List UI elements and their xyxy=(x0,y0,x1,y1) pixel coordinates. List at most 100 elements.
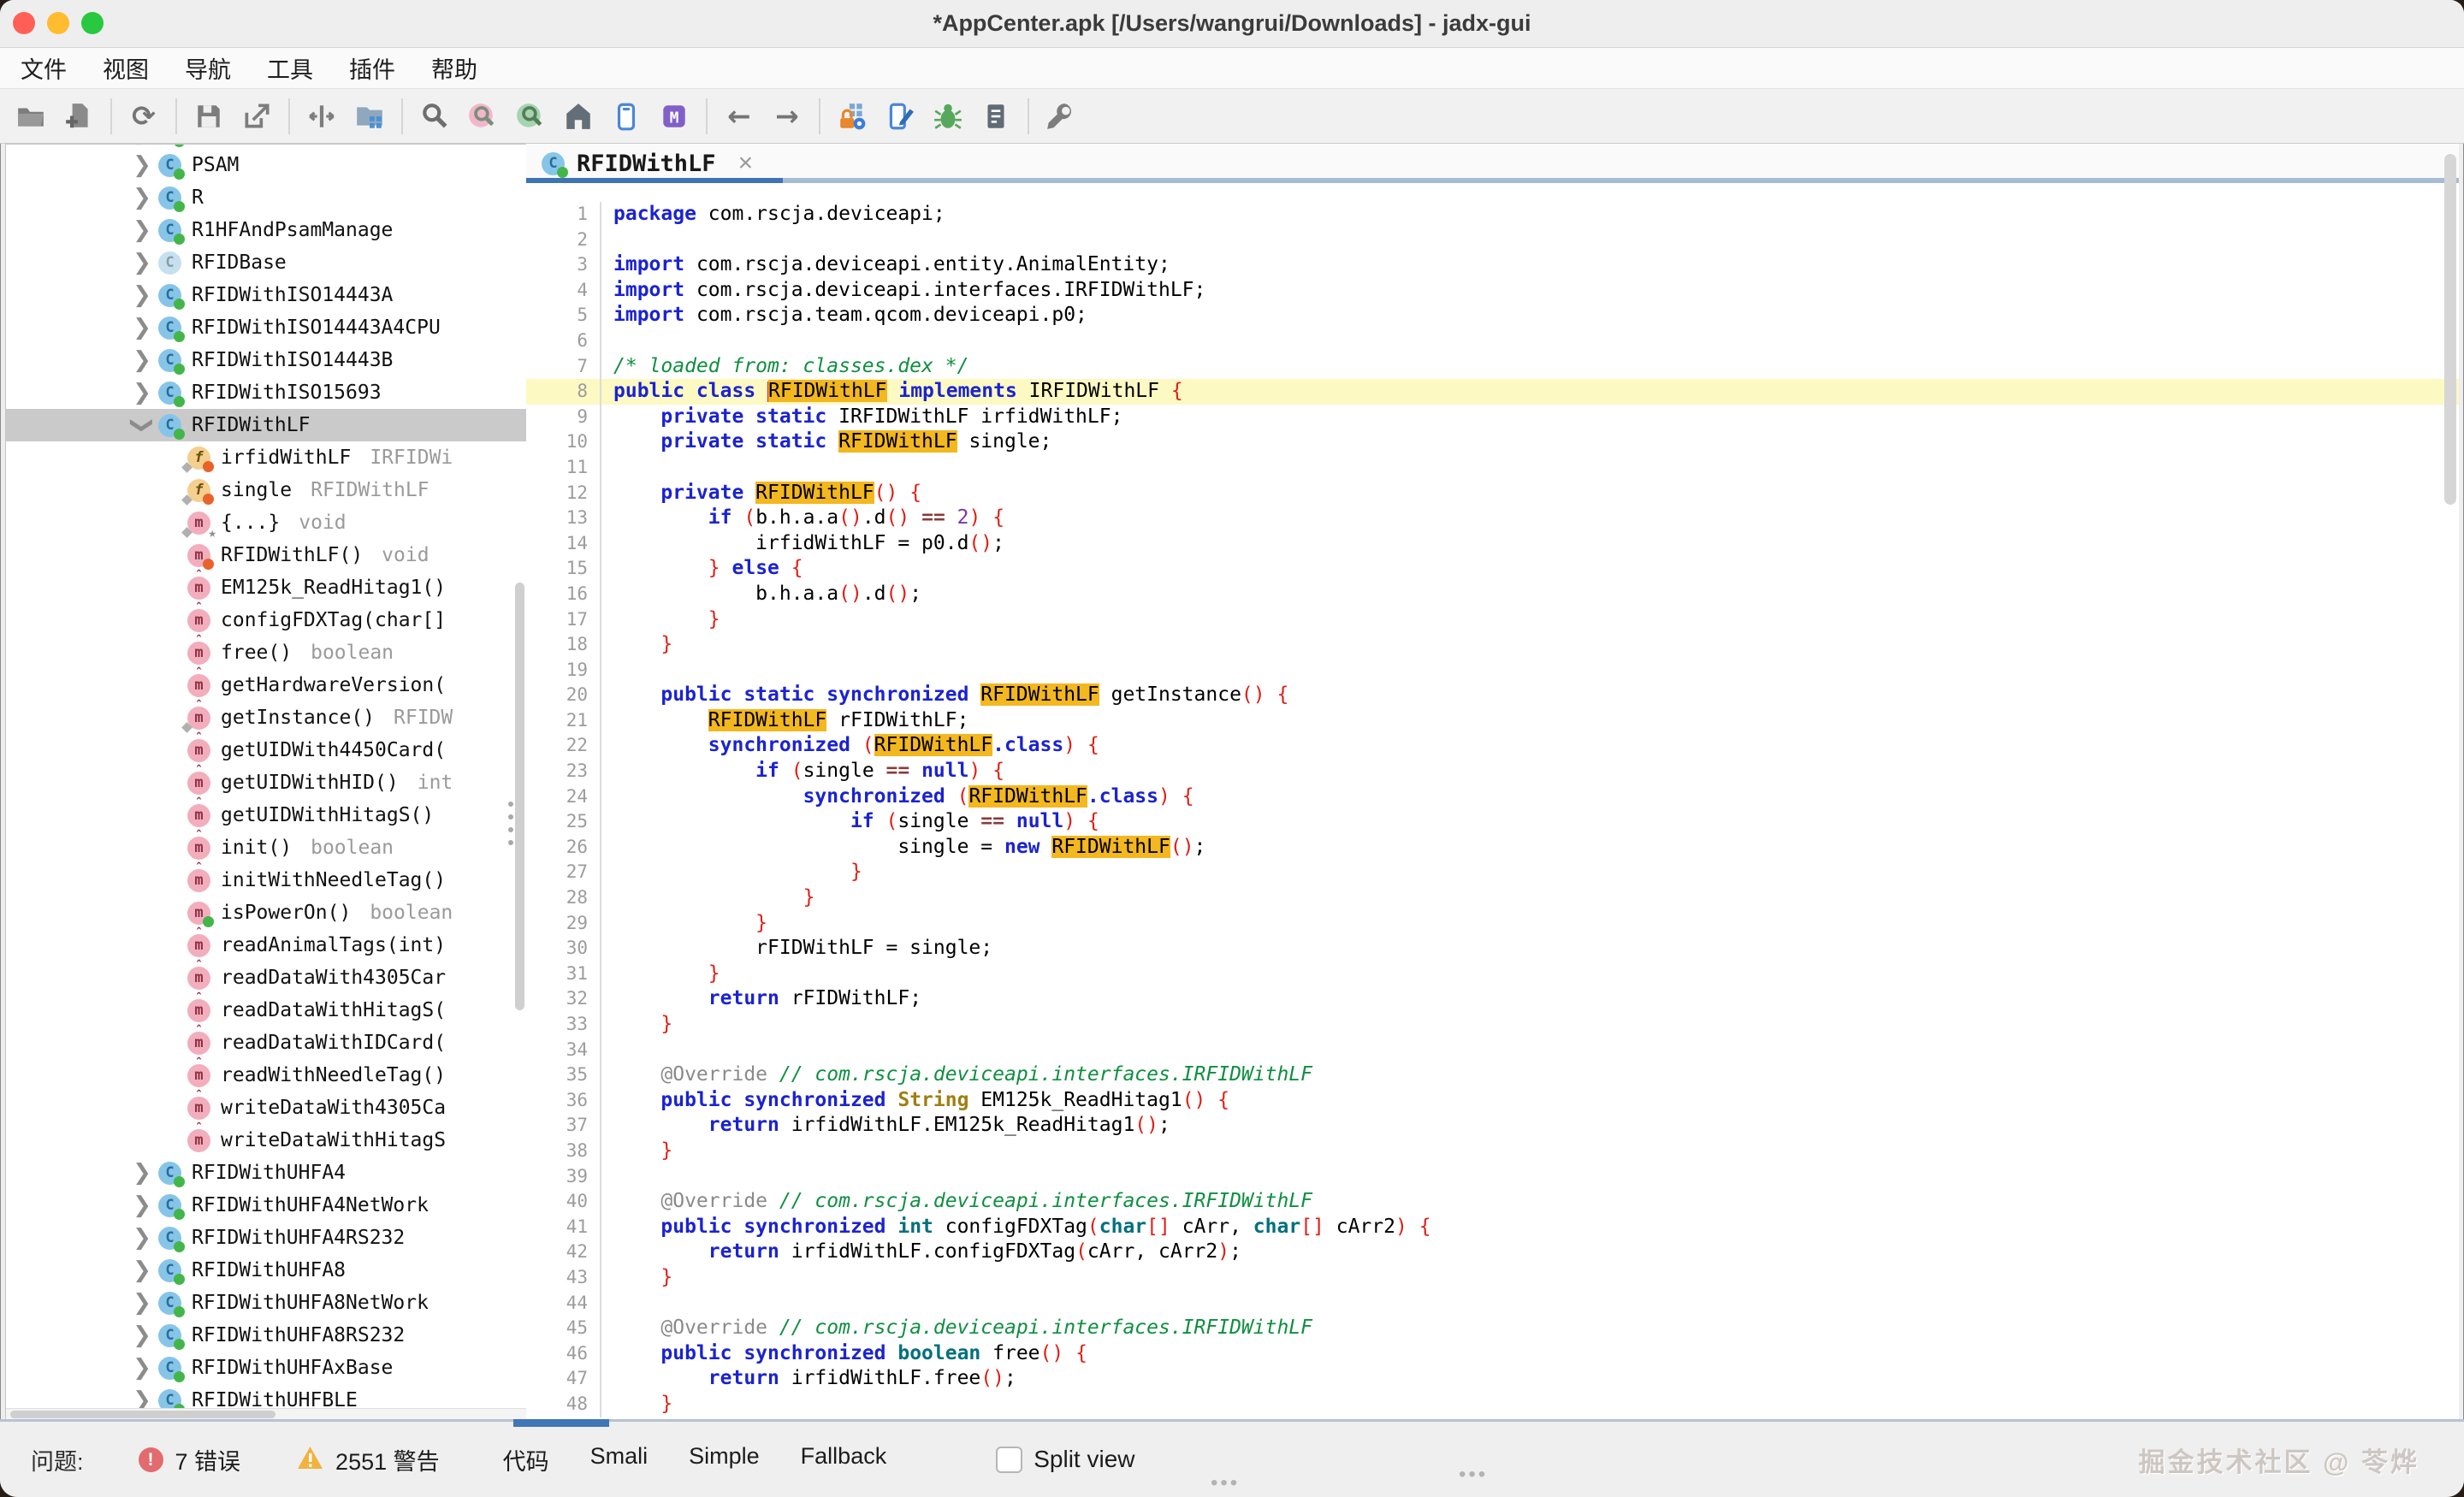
code-line-26[interactable]: 26 single = new RFIDWithLF(); xyxy=(526,835,2459,861)
code-line-7[interactable]: 7/* loaded from: classes.dex */ xyxy=(526,354,2459,380)
debugger-button[interactable] xyxy=(931,99,965,133)
code-line-21[interactable]: 21 RFIDWithLF rFIDWithLF; xyxy=(526,708,2459,734)
chevron-down-icon[interactable]: ❯ xyxy=(129,416,155,435)
code-line-40[interactable]: 40 @Override // com.rscja.deviceapi.inte… xyxy=(526,1189,2459,1215)
menu-item[interactable]: 帮助 xyxy=(413,51,495,85)
editor-vertical-scrollbar[interactable] xyxy=(2444,151,2456,1415)
search-text-button[interactable] xyxy=(418,99,452,133)
tree-item-readdatawith4305car[interactable]: mˆreadDataWith4305Car xyxy=(6,962,526,994)
tree-item-psam[interactable]: ❯CPSAM xyxy=(6,149,526,181)
nav-back-button[interactable]: ← xyxy=(722,99,756,133)
code-line-25[interactable]: 25 if (single == null) { xyxy=(526,809,2459,835)
tree-item-getuidwith4450card[interactable]: mˆgetUIDWith4450Card( xyxy=(6,734,526,766)
tree-item-getuidwithhid[interactable]: mˆgetUIDWithHID()int xyxy=(6,766,526,799)
save-all-button[interactable] xyxy=(192,99,226,133)
chevron-right-icon[interactable]: ❯ xyxy=(133,1322,151,1348)
code-line-22[interactable]: 22 synchronized (RFIDWithLF.class) { xyxy=(526,733,2459,759)
code-line-19[interactable]: 19 xyxy=(526,658,2459,683)
tree-item-free[interactable]: mˆfree()boolean xyxy=(6,636,526,669)
code-line-31[interactable]: 31 } xyxy=(526,962,2459,987)
tree-item-initwithneedletag[interactable]: mˆinitWithNeedleTag() xyxy=(6,864,526,896)
search-comment-button[interactable] xyxy=(465,99,500,133)
chevron-right-icon[interactable]: ❯ xyxy=(133,152,151,178)
chevron-right-icon[interactable]: ❯ xyxy=(133,1290,151,1316)
bottom-tab-simple[interactable]: Simple xyxy=(668,1443,780,1476)
code-line-39[interactable]: 39 xyxy=(526,1164,2459,1190)
code-line-3[interactable]: 3import com.rscja.deviceapi.entity.Anima… xyxy=(526,252,2459,278)
code-line-23[interactable]: 23 if (single == null) { xyxy=(526,759,2459,784)
tree-item-rfidwithlf[interactable]: ❯CRFIDWithLF xyxy=(6,409,526,441)
tree-item-rfidwithuhfa8[interactable]: ❯CRFIDWithUHFA8 xyxy=(6,1254,526,1287)
code-line-35[interactable]: 35 @Override // com.rscja.deviceapi.inte… xyxy=(526,1062,2459,1088)
tree-item-readwithneedletag[interactable]: mˆreadWithNeedleTag() xyxy=(6,1059,526,1092)
sync-button[interactable] xyxy=(305,99,339,133)
tree-item-single[interactable]: fsingleRFIDWithLF xyxy=(6,474,526,506)
code-line-8[interactable]: 8public class RFIDWithLF implements IRFI… xyxy=(526,379,2459,405)
code-line-12[interactable]: 12 private RFIDWithLF() { xyxy=(526,481,2459,506)
tree-item-rfidwithiso14443a[interactable]: ❯CRFIDWithISO14443A xyxy=(6,279,526,311)
code-line-18[interactable]: 18 } xyxy=(526,632,2459,658)
split-view-checkbox[interactable] xyxy=(996,1447,1022,1473)
bottom-tab-fallback[interactable]: Fallback xyxy=(780,1443,908,1476)
log-viewer-button[interactable] xyxy=(979,99,1013,133)
chevron-right-icon[interactable]: ❯ xyxy=(133,217,151,243)
tree-item-rfidwithiso14443b[interactable]: ❯CRFIDWithISO14443B xyxy=(6,344,526,376)
code-line-1[interactable]: 1package com.rscja.deviceapi; xyxy=(526,202,2459,228)
chevron-right-icon[interactable]: ❯ xyxy=(133,1257,151,1283)
code-line-46[interactable]: 46 public synchronized boolean free() { xyxy=(526,1341,2459,1367)
tree-item-rfidwithiso15693[interactable]: ❯CRFIDWithISO15693 xyxy=(6,376,526,409)
tree-item-rfidwithuhfaxbase[interactable]: ❯CRFIDWithUHFAxBase xyxy=(6,1352,526,1384)
tree-item-rfidwithuhfa4network[interactable]: ❯CRFIDWithUHFA4NetWork xyxy=(6,1189,526,1222)
code-line-44[interactable]: 44 xyxy=(526,1291,2459,1317)
tree-item-rfidwithiso14443a4cpu[interactable]: ❯CRFIDWithISO14443A4CPU xyxy=(6,311,526,344)
chevron-right-icon[interactable]: ❯ xyxy=(133,144,151,145)
tree-item-r[interactable]: ❯CR xyxy=(6,181,526,214)
code-line-32[interactable]: 32 return rFIDWithLF; xyxy=(526,986,2459,1012)
code-line-4[interactable]: 4import com.rscja.deviceapi.interfaces.I… xyxy=(526,278,2459,304)
tree-item-getuidwithhitags[interactable]: mˆgetUIDWithHitagS() xyxy=(6,799,526,831)
code-line-37[interactable]: 37 return irfidWithLF.EM125k_ReadHitag1(… xyxy=(526,1113,2459,1139)
chevron-right-icon[interactable]: ❯ xyxy=(133,185,151,210)
open-main-button[interactable] xyxy=(561,99,595,133)
tree-item-rfidbase[interactable]: ❯CRFIDBase xyxy=(6,246,526,279)
code-line-10[interactable]: 10 private static RFIDWithLF single; xyxy=(526,429,2459,455)
nav-forward-button[interactable]: → xyxy=(770,99,804,133)
menu-item[interactable]: 工具 xyxy=(249,51,331,85)
code-line-48[interactable]: 48 } xyxy=(526,1392,2459,1417)
menu-item[interactable]: 视图 xyxy=(85,51,167,85)
code-view[interactable]: 1package com.rscja.deviceapi;23import co… xyxy=(526,183,2459,1422)
code-line-41[interactable]: 41 public synchronized int configFDXTag(… xyxy=(526,1215,2459,1240)
tree-item-item[interactable]: m★{...}void xyxy=(6,506,526,539)
tree-item-rfidwithuhfa8rs232[interactable]: ❯CRFIDWithUHFA8RS232 xyxy=(6,1319,526,1352)
tree-item-rfidwithuhfa4[interactable]: ❯CRFIDWithUHFA4 xyxy=(6,1157,526,1189)
search-class-button[interactable] xyxy=(513,99,548,133)
code-line-2[interactable]: 2 xyxy=(526,228,2459,253)
code-line-47[interactable]: 47 return irfidWithLF.free(); xyxy=(526,1366,2459,1392)
tree-item-rfidwithuhfa4rs232[interactable]: ❯CRFIDWithUHFA4RS232 xyxy=(6,1222,526,1254)
bottom-tab-代码[interactable]: 代码 xyxy=(483,1443,570,1476)
code-line-16[interactable]: 16 b.h.a.a().d(); xyxy=(526,582,2459,607)
tree-item-ispoweron[interactable]: misPowerOn()boolean xyxy=(6,896,526,929)
tree-item-readdatawithhitags[interactable]: mˆreadDataWithHitagS( xyxy=(6,994,526,1027)
chevron-right-icon[interactable]: ❯ xyxy=(133,282,151,308)
open-file-button[interactable] xyxy=(14,99,48,133)
tree-item-gethardwareversion[interactable]: mˆgetHardwareVersion( xyxy=(6,669,526,701)
code-line-5[interactable]: 5import com.rscja.team.qcom.deviceapi.p0… xyxy=(526,303,2459,328)
code-line-6[interactable]: 6 xyxy=(526,328,2459,354)
tree-item-irfidwithlf[interactable]: firfidWithLFIRFIDWi xyxy=(6,441,526,474)
menu-item[interactable]: 导航 xyxy=(167,51,249,85)
tree-item-rfidwithuhfa8network[interactable]: ❯CRFIDWithUHFA8NetWork xyxy=(6,1287,526,1319)
tree-item-readanimaltagsint[interactable]: mˆreadAnimalTags(int) xyxy=(6,929,526,962)
code-line-20[interactable]: 20 public static synchronized RFIDWithLF… xyxy=(526,683,2459,708)
code-line-27[interactable]: 27 } xyxy=(526,860,2459,885)
tree-item-writedatawithhitags[interactable]: mˆwriteDataWithHitagS xyxy=(6,1124,526,1157)
code-line-45[interactable]: 45 @Override // com.rscja.deviceapi.inte… xyxy=(526,1316,2459,1341)
deobfuscation-button[interactable] xyxy=(835,99,869,133)
code-line-14[interactable]: 14 irfidWithLF = p0.d(); xyxy=(526,531,2459,557)
code-line-38[interactable]: 38 } xyxy=(526,1139,2459,1164)
code-line-29[interactable]: 29 } xyxy=(526,911,2459,937)
tab-close-icon[interactable]: × xyxy=(738,151,754,176)
tree-item-writedatawith4305ca[interactable]: mˆwriteDataWith4305Ca xyxy=(6,1092,526,1124)
tree-item-configfdxtagchar[interactable]: mˆconfigFDXTag(char[] xyxy=(6,604,526,636)
chevron-right-icon[interactable]: ❯ xyxy=(133,1225,151,1251)
